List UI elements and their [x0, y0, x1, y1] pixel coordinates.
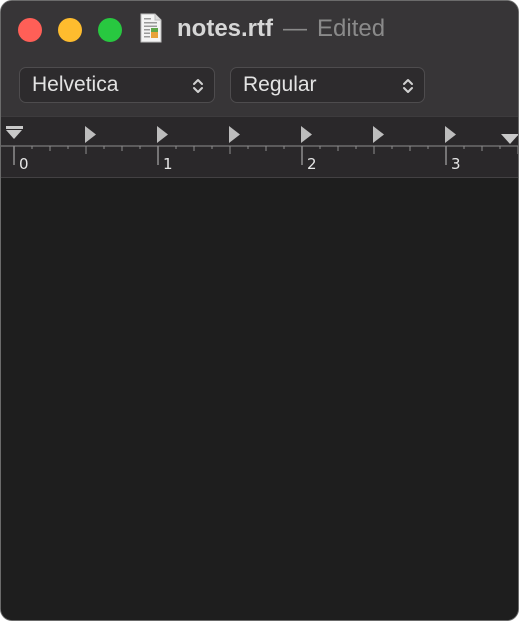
font-style-popup[interactable]: Regular — [230, 67, 425, 103]
window-title: notes.rtf — Edited — [177, 12, 385, 46]
document-name: notes.rtf — [177, 15, 273, 42]
tab-stop-marker[interactable] — [301, 126, 312, 143]
tab-stop-marker[interactable] — [445, 126, 456, 143]
textedit-window: notes.rtf — Edited Helvetica Regular 0 1… — [0, 0, 519, 621]
title-bar[interactable]: notes.rtf — Edited Helvetica Regular — [1, 1, 518, 116]
font-family-popup[interactable]: Helvetica — [19, 67, 215, 103]
right-margin-marker[interactable] — [501, 134, 519, 144]
tab-stop-marker[interactable] — [157, 126, 168, 143]
tab-stops[interactable] — [85, 126, 456, 143]
ruler-number-3: 3 — [451, 155, 461, 173]
ruler-number-0: 0 — [19, 155, 29, 173]
font-style-value: Regular — [243, 73, 317, 96]
ruler[interactable]: 0 1 2 3 — [1, 116, 518, 178]
minimize-button[interactable] — [58, 18, 82, 42]
chevron-up-down-icon — [193, 79, 203, 93]
close-button[interactable] — [18, 18, 42, 42]
ruler-graphics — [1, 126, 519, 165]
tab-stop-marker[interactable] — [85, 126, 96, 143]
ruler-number-1: 1 — [163, 155, 173, 173]
tab-stop-marker[interactable] — [229, 126, 240, 143]
ruler-number-2: 2 — [307, 155, 317, 173]
ruler-ticks — [1, 145, 518, 165]
title-separator: — — [283, 15, 307, 42]
first-line-indent-marker[interactable] — [6, 126, 23, 139]
zoom-button[interactable] — [98, 18, 122, 42]
document-icon[interactable] — [140, 13, 162, 43]
font-family-value: Helvetica — [32, 73, 119, 96]
chevron-up-down-icon — [403, 79, 413, 93]
edited-status: Edited — [317, 15, 386, 42]
text-editor-area[interactable] — [1, 178, 518, 620]
tab-stop-marker[interactable] — [373, 126, 384, 143]
